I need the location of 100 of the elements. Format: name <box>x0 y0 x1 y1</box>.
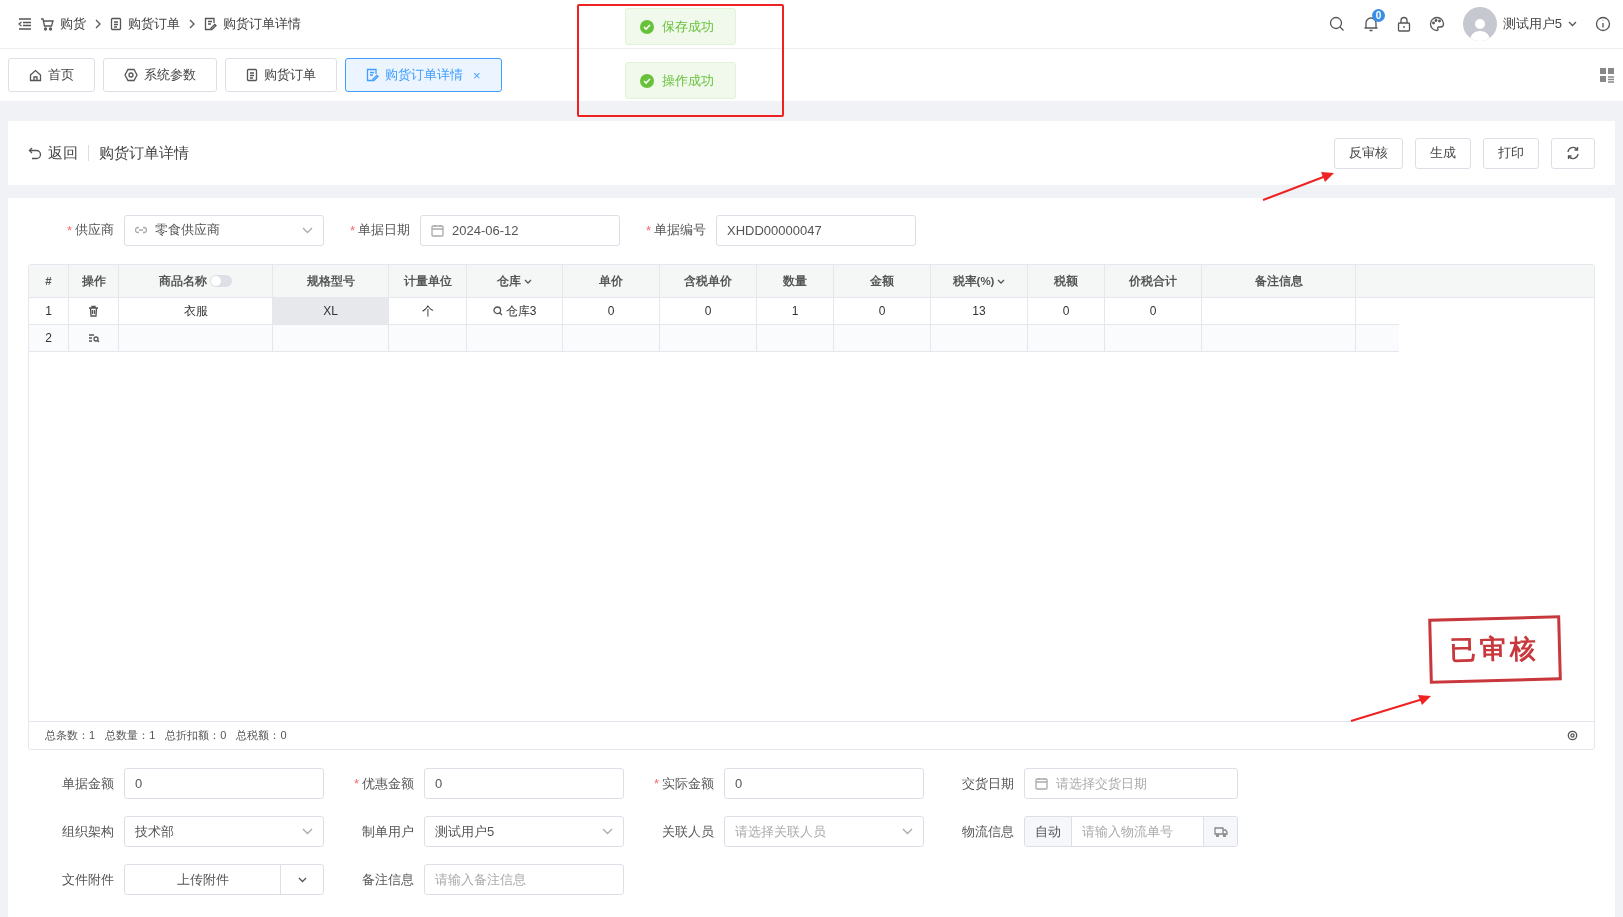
tab[interactable]: 购货订单 <box>225 58 337 92</box>
table-cell: 0 <box>1105 298 1202 324</box>
column-header: 数量 <box>757 265 834 297</box>
field-label: 交货日期 <box>962 774 1014 793</box>
column-header: 含税单价 <box>660 265 757 297</box>
menu-fold-icon[interactable] <box>18 18 32 30</box>
field-label: 单据日期 <box>358 221 410 239</box>
input-field[interactable]: XHDD00000047 <box>716 214 916 246</box>
column-header: 计量单位 <box>389 265 467 297</box>
truck-button[interactable] <box>1203 817 1237 846</box>
breadcrumb-link[interactable]: 购货订单 <box>110 15 180 33</box>
tab[interactable]: 首页 <box>8 58 95 92</box>
field-label: 供应商 <box>75 221 114 239</box>
field-label: 单据编号 <box>654 221 706 239</box>
chevron-down-icon <box>602 828 613 835</box>
table-cell: 个 <box>389 298 467 324</box>
column-header: 税率(%) <box>931 265 1028 297</box>
chevron-right-icon <box>94 19 102 29</box>
action-button[interactable]: 打印 <box>1483 137 1539 169</box>
cart-icon <box>40 17 54 31</box>
page-title: 购货订单详情 <box>99 143 189 163</box>
chevron-down-icon <box>302 828 313 835</box>
settings-icon <box>124 68 138 82</box>
input-field[interactable]: 0 <box>424 768 624 799</box>
chevron-down-icon <box>902 828 913 835</box>
chevron-down-icon <box>524 278 532 284</box>
select-field[interactable]: 技术部 <box>124 816 324 847</box>
input-field[interactable]: 0 <box>124 768 324 799</box>
undo-icon <box>28 146 42 160</box>
tab[interactable]: 系统参数 <box>103 58 217 92</box>
column-header: 税额 <box>1028 265 1105 297</box>
success-toast: 操作成功 <box>625 62 736 99</box>
chevron-down-icon <box>302 226 313 234</box>
field-label: 单据金额 <box>62 774 114 793</box>
required-mark: * <box>653 776 659 791</box>
table-cell: 0 <box>1028 298 1105 324</box>
field-label: 优惠金额 <box>362 774 414 793</box>
table-cell: 仓库3 <box>467 298 563 324</box>
column-header: 商品名称 <box>119 265 273 297</box>
document-icon <box>110 17 122 31</box>
back-link[interactable]: 返回 <box>28 143 78 163</box>
row-number: 2 <box>29 325 69 351</box>
breadcrumb-link[interactable]: 购货订单详情 <box>204 15 301 33</box>
home-icon <box>29 68 42 82</box>
row-number: 1 <box>29 298 69 324</box>
search-icon[interactable] <box>1328 16 1345 32</box>
select-field[interactable]: 测试用户5 <box>424 816 624 847</box>
column-header: # <box>29 265 69 297</box>
required-mark: * <box>353 776 359 791</box>
settings-icon[interactable] <box>1567 730 1578 741</box>
edit-document-icon <box>204 17 217 31</box>
link-icon <box>135 225 147 235</box>
table-cell: 0 <box>563 298 660 324</box>
field-label: 备注信息 <box>362 870 414 889</box>
field-label: 实际金额 <box>662 774 714 793</box>
table-cell: 13 <box>931 298 1028 324</box>
action-button[interactable]: 生成 <box>1415 137 1471 169</box>
auto-button[interactable]: 自动 <box>1025 817 1072 846</box>
user-name[interactable]: 测试用户5 <box>1502 15 1562 33</box>
palette-icon[interactable] <box>1428 16 1445 32</box>
chevron-right-icon <box>188 19 196 29</box>
date-field[interactable]: 2024-06-12 <box>420 214 620 246</box>
chevron-down-icon <box>997 278 1006 284</box>
edit-document-icon <box>366 68 379 82</box>
info-icon[interactable] <box>1595 16 1611 32</box>
table-cell: 1 <box>757 298 834 324</box>
lock-icon[interactable] <box>1396 16 1411 32</box>
truck-icon <box>1213 826 1228 837</box>
select-field[interactable]: 零食供应商 <box>124 214 324 246</box>
tab-menu-icon[interactable] <box>1599 67 1615 83</box>
document-icon <box>246 68 258 82</box>
toggle-switch[interactable] <box>210 275 232 287</box>
column-header: 单价 <box>563 265 660 297</box>
summary-text: 总折扣额：0 <box>165 728 227 743</box>
search-icon[interactable] <box>492 306 503 316</box>
delete-icon[interactable] <box>88 305 99 317</box>
refresh-button[interactable] <box>1551 137 1595 169</box>
table-cell: XL <box>273 298 389 324</box>
check-circle-icon <box>640 73 654 88</box>
action-button[interactable]: 反审核 <box>1334 137 1403 169</box>
chevron-down-icon <box>297 876 307 883</box>
table-cell: 0 <box>834 298 931 324</box>
input-field[interactable]: 0 <box>724 768 924 799</box>
success-toast: 保存成功 <box>625 8 736 45</box>
summary-text: 总数量：1 <box>105 728 156 743</box>
required-mark: * <box>645 222 651 238</box>
summary-text: 总条数：1 <box>45 728 96 743</box>
column-header: 仓库 <box>467 265 563 297</box>
calendar-icon <box>1035 777 1048 790</box>
notification-badge: 0 <box>1371 9 1386 22</box>
calendar-icon <box>431 223 444 237</box>
table-cell: 0 <box>660 298 757 324</box>
field-label: 组织架构 <box>62 822 114 841</box>
summary-text: 总税额：0 <box>236 728 287 743</box>
required-mark: * <box>349 222 355 238</box>
column-header: 操作 <box>69 265 119 297</box>
chevron-down-icon[interactable] <box>1568 21 1577 27</box>
required-mark: * <box>66 222 72 238</box>
breadcrumb-link[interactable]: 购货 <box>40 15 86 33</box>
search-list-icon[interactable] <box>87 333 100 343</box>
